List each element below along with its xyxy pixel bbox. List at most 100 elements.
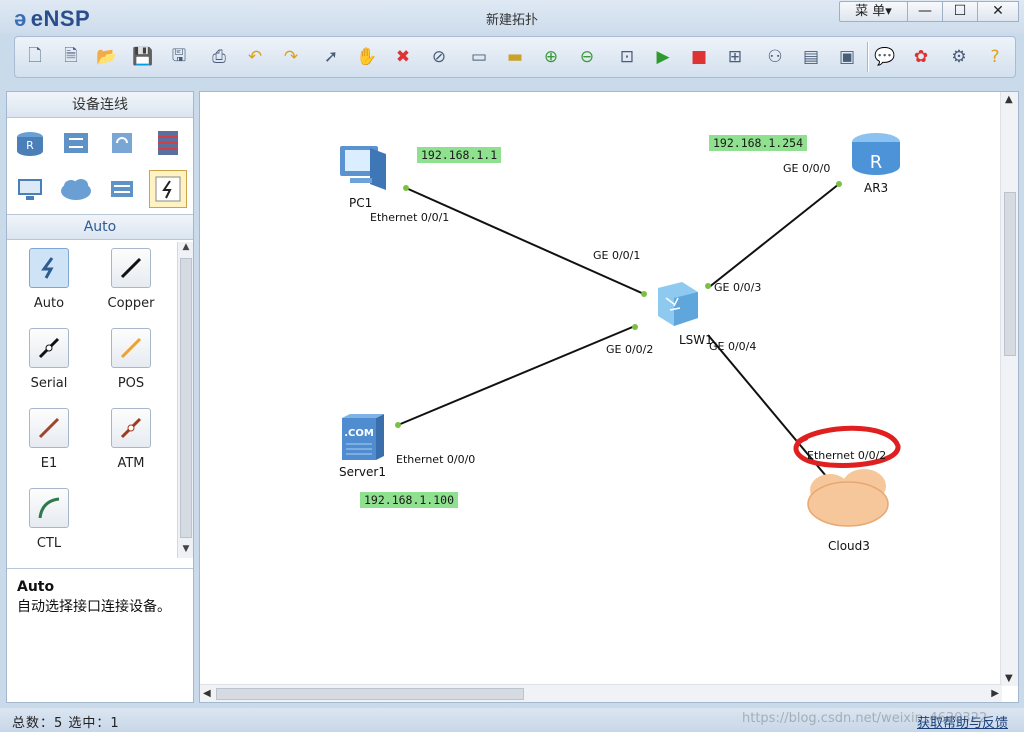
ip-label-server1[interactable]: 192.168.1.100 [360, 492, 459, 508]
description-title: Auto [17, 579, 55, 595]
scroll-down-arrow-icon[interactable]: ▼ [178, 544, 194, 558]
ip-label-ar3[interactable]: 192.168.1.254 [709, 135, 808, 151]
zoom-in-icon[interactable]: ⊕ [537, 43, 565, 71]
pos-link-icon[interactable] [111, 328, 151, 368]
command-line-icon[interactable]: ▣ [833, 43, 861, 71]
selection-count: 总数：5 选中：1 [12, 716, 120, 731]
redo-icon[interactable]: ↷ [277, 43, 305, 71]
device-name-pc1[interactable]: PC1 [349, 196, 372, 210]
other-devices-icon[interactable] [103, 170, 141, 208]
router-icon[interactable]: R [852, 133, 900, 175]
topology-canvas[interactable]: R .COM PC1 AR3 LSW1 Server1 Cloud3 192.1… [199, 91, 1019, 703]
new-from-template-icon[interactable]: 🗎 [57, 43, 85, 71]
start-device-icon[interactable]: ▶ [649, 43, 677, 71]
undo-icon[interactable]: ↶ [241, 43, 269, 71]
port-label-ar3: GE 0/0/0 [783, 162, 831, 175]
port-dot [403, 185, 409, 191]
cable-list: Auto Copper Serial POS E1 ATM CTL [7, 240, 177, 558]
device-category-grid: R [11, 124, 191, 214]
main-menu-button[interactable]: 菜 单▾ [839, 1, 908, 22]
help-feedback-link[interactable]: 获取帮助与反馈 [917, 712, 1008, 731]
canvas-vertical-scrollbar[interactable]: ▲ ▼ [1000, 92, 1018, 686]
serial-link-icon[interactable] [29, 328, 69, 368]
rectangle-icon[interactable]: ▬ [501, 43, 529, 71]
scrollbar-thumb[interactable] [216, 688, 524, 700]
pc-icon[interactable] [340, 146, 386, 190]
scroll-up-arrow-icon[interactable]: ▲ [1005, 94, 1013, 105]
print-icon[interactable]: ⎙ [205, 43, 233, 71]
interface-list-icon[interactable]: ▤ [797, 43, 825, 71]
ctl-link-icon[interactable] [29, 488, 69, 528]
link-pc1-lsw1[interactable] [405, 187, 645, 295]
scroll-down-arrow-icon[interactable]: ▼ [1005, 673, 1013, 684]
select-icon[interactable]: ➚ [317, 43, 345, 71]
svg-text:R: R [870, 152, 883, 173]
cable-item-copper[interactable]: Copper [101, 248, 161, 311]
scrollbar-thumb[interactable] [180, 258, 192, 538]
scroll-up-arrow-icon[interactable]: ▲ [178, 242, 194, 256]
cable-list-scrollbar[interactable]: ▲ ▼ [177, 242, 193, 558]
firewall-icon[interactable] [149, 124, 187, 162]
ip-label-pc1[interactable]: 192.168.1.1 [417, 147, 502, 163]
links-icon[interactable] [149, 170, 187, 208]
device-name-cloud3[interactable]: Cloud3 [828, 539, 870, 553]
server-icon[interactable]: .COM [342, 414, 384, 460]
switch-icon[interactable] [658, 282, 698, 326]
svg-text:.COM: .COM [344, 428, 374, 439]
port-label-cloud3: Ethernet 0/0/2 [807, 449, 887, 462]
fit-view-icon[interactable]: ⊡ [613, 43, 641, 71]
huawei-icon[interactable]: ✿ [907, 43, 935, 71]
copper-link-icon[interactable] [111, 248, 151, 288]
port-label-lsw1-ge3: GE 0/0/3 [714, 281, 762, 294]
hand-pan-icon[interactable]: ✋ [353, 43, 381, 71]
zoom-out-icon[interactable]: ⊖ [573, 43, 601, 71]
cable-item-auto[interactable]: Auto [19, 248, 79, 311]
minimize-button[interactable]: — [907, 1, 943, 22]
device-panel: 设备连线 R Auto Auto Copper Serial POS E1 AT… [6, 91, 194, 703]
atm-link-icon[interactable] [111, 408, 151, 448]
help-icon[interactable]: ? [981, 43, 1009, 71]
scroll-left-arrow-icon[interactable]: ◀ [203, 688, 211, 699]
cable-label-e1: E1 [40, 456, 58, 471]
wireless-icon[interactable] [103, 124, 141, 162]
cable-item-e1[interactable]: E1 [19, 408, 79, 471]
cable-item-atm[interactable]: ATM [101, 408, 161, 471]
cable-item-ctl[interactable]: CTL [19, 488, 79, 551]
scrollbar-thumb[interactable] [1004, 192, 1016, 356]
canvas-horizontal-scrollbar[interactable]: ◀ ▶ [200, 684, 1002, 702]
open-icon[interactable]: 📂 [93, 43, 121, 71]
topology-icon[interactable]: ⚇ [761, 43, 789, 71]
auto-link-icon[interactable] [29, 248, 69, 288]
e1-link-icon[interactable] [29, 408, 69, 448]
stop-device-icon[interactable]: ■ [685, 43, 713, 71]
pc-icon[interactable] [11, 170, 49, 208]
router-icon[interactable]: R [11, 124, 49, 162]
save-as-icon[interactable]: 🖫 [165, 43, 193, 71]
cable-panel-header: Auto [7, 214, 193, 240]
text-note-icon[interactable]: ▭ [465, 43, 493, 71]
description-text: 自动选择接口连接设备。 [17, 599, 171, 615]
cable-item-pos[interactable]: POS [101, 328, 161, 391]
link-server1-lsw1[interactable] [397, 325, 636, 426]
switch-icon[interactable] [57, 124, 95, 162]
new-topology-icon[interactable]: 🗋 [21, 43, 49, 71]
port-dot [705, 283, 711, 289]
settings-icon[interactable]: ⚙ [945, 43, 973, 71]
device-name-server1[interactable]: Server1 [339, 465, 386, 479]
delete-link-icon[interactable]: ⊘ [425, 43, 453, 71]
cloud-icon[interactable] [57, 170, 95, 208]
device-name-ar3[interactable]: AR3 [864, 181, 888, 195]
close-button[interactable]: ✕ [977, 1, 1019, 22]
link-ar3-lsw1[interactable] [707, 183, 840, 289]
port-dot [632, 324, 638, 330]
port-dot [836, 181, 842, 187]
capture-icon[interactable]: ⊞ [721, 43, 749, 71]
chat-icon[interactable]: 💬 [871, 43, 899, 71]
save-icon[interactable]: 💾 [129, 43, 157, 71]
device-name-lsw1[interactable]: LSW1 [679, 333, 713, 347]
cable-item-serial[interactable]: Serial [19, 328, 79, 391]
cloud-icon[interactable] [807, 469, 889, 527]
scroll-right-arrow-icon[interactable]: ▶ [991, 688, 999, 699]
maximize-button[interactable]: ☐ [942, 1, 978, 22]
delete-icon[interactable]: ✖ [389, 43, 417, 71]
